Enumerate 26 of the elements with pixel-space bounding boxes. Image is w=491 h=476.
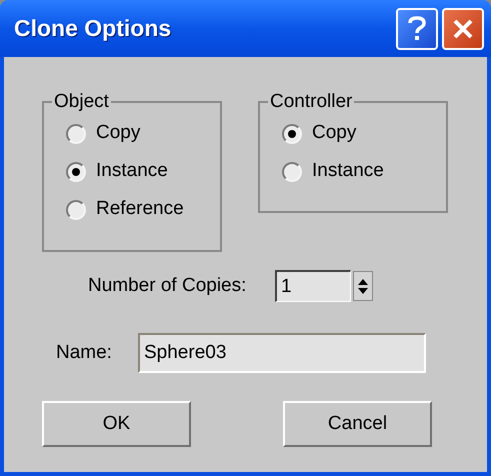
radio-button[interactable]	[66, 200, 86, 220]
radio-label: Instance	[312, 159, 384, 184]
help-button[interactable]	[396, 8, 438, 50]
radio-button[interactable]	[66, 162, 86, 182]
radio-button[interactable]	[282, 162, 302, 182]
ok-button[interactable]: OK	[42, 401, 191, 447]
group-title: Controller	[269, 90, 354, 114]
name-field[interactable]: Sphere03	[138, 333, 426, 373]
up-arrow-icon	[358, 278, 368, 284]
radio-button[interactable]	[282, 124, 302, 144]
cancel-button[interactable]: Cancel	[283, 401, 432, 447]
close-button[interactable]	[442, 8, 484, 50]
radio-button[interactable]	[66, 124, 86, 144]
copies-label: Number of Copies:	[88, 274, 248, 298]
spinner[interactable]	[353, 271, 373, 301]
close-icon	[452, 18, 474, 40]
window-title: Clone Options	[14, 14, 172, 44]
help-icon	[408, 16, 426, 42]
radio-label: Copy	[96, 121, 140, 146]
group-title: Object	[53, 90, 110, 114]
radio-label: Copy	[312, 121, 356, 146]
radio-label: Reference	[96, 197, 184, 222]
name-label: Name:	[56, 340, 113, 365]
radio-label: Instance	[96, 159, 168, 184]
down-arrow-icon	[358, 288, 368, 294]
copies-field[interactable]: 1	[275, 270, 351, 302]
